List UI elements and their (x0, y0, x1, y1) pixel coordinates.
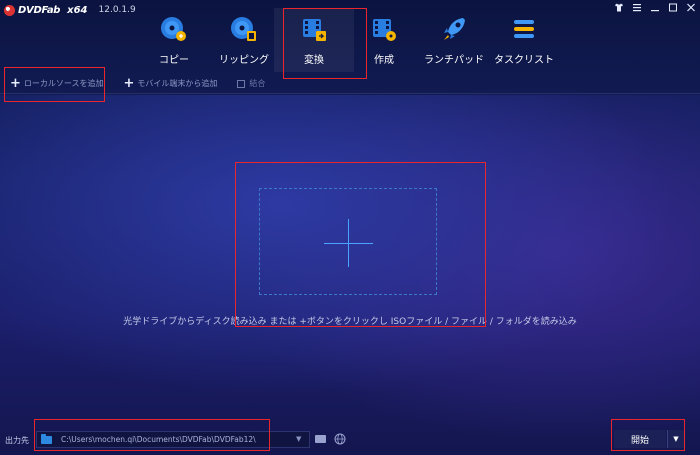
nav-converter-label: 変換 (304, 55, 324, 66)
nav-ripper[interactable]: リッピング (204, 8, 284, 72)
add-source-dropzone[interactable] (259, 188, 437, 295)
nav-converter[interactable]: 変換 (274, 8, 354, 72)
nav-tasklist-label: タスクリスト (494, 55, 554, 66)
module-nav: コピー リッピング 変換 作成 ランチパッド タスクリスト (0, 8, 700, 72)
nav-launchpad[interactable]: ランチパッド (414, 8, 494, 72)
start-button[interactable]: 開始 (614, 430, 666, 448)
folder-icon (41, 433, 52, 444)
add-from-mobile-button[interactable]: + モバイル端末から追加 (123, 75, 218, 91)
nav-copy[interactable]: コピー (134, 8, 214, 72)
start-options-chevron-icon[interactable]: ▼ (667, 430, 684, 448)
merge-label: 結合 (249, 79, 266, 88)
nav-tasklist[interactable]: タスクリスト (484, 8, 564, 72)
output-label: 出力先 (5, 436, 29, 445)
load-hint-text: 光学ドライブからディスク読み込み または +ボタンをクリックし ISOファイル … (123, 317, 577, 327)
add-from-mobile-label: モバイル端末から追加 (137, 79, 218, 88)
source-toolbar: + ローカルソースを追加 + モバイル端末から追加 結合 (0, 74, 700, 94)
nav-ripper-label: リッピング (219, 55, 269, 66)
film-creator-icon (373, 19, 396, 41)
add-local-source-label: ローカルソースを追加 (23, 79, 104, 88)
film-converter-icon (303, 19, 326, 41)
merge-button[interactable]: 結合 (237, 78, 265, 89)
browse-folder-icon[interactable] (315, 435, 326, 443)
task-list-icon (514, 20, 534, 38)
plus-icon: + (123, 75, 135, 91)
disc-ripper-icon (231, 17, 256, 41)
output-bar: 出力先 C:\Users\mochen.qi\Documents\DVDFab\… (0, 428, 700, 450)
nav-copy-label: コピー (159, 55, 189, 66)
nav-launchpad-label: ランチパッド (424, 55, 484, 66)
chevron-down-icon[interactable]: ▼ (296, 435, 301, 443)
disc-copy-icon (161, 17, 186, 41)
nav-creator-label: 作成 (374, 55, 394, 66)
output-path-text: C:\Users\mochen.qi\Documents\DVDFab\DVDF… (61, 435, 256, 444)
add-local-source-button[interactable]: + ローカルソースを追加 (10, 75, 104, 91)
rocket-icon (444, 18, 465, 40)
globe-icon[interactable] (334, 433, 346, 445)
merge-icon (237, 79, 246, 88)
output-path-field[interactable]: C:\Users\mochen.qi\Documents\DVDFab\DVDF… (36, 431, 310, 448)
plus-icon: + (10, 75, 21, 91)
nav-creator[interactable]: 作成 (344, 8, 424, 72)
